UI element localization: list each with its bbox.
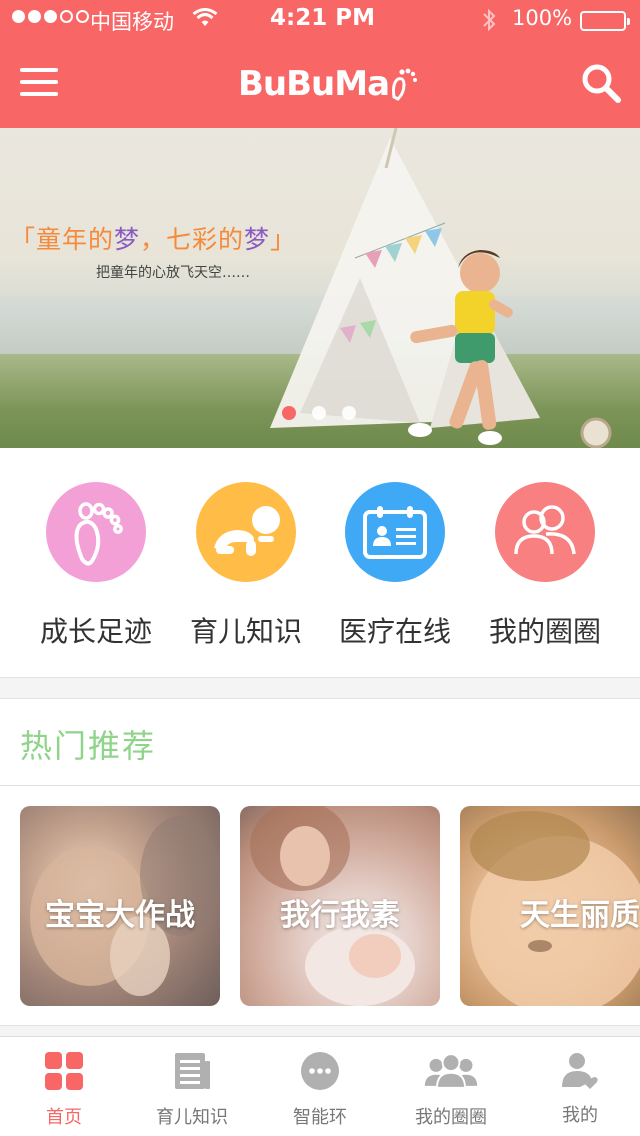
tab-my-circle[interactable]: 我的圈圈 (387, 1037, 515, 1136)
search-icon (582, 64, 621, 103)
chat-bubble-icon (301, 1052, 339, 1090)
section-title: 热门推荐 (20, 727, 157, 765)
recommend-card-natural-beauty[interactable]: 天生丽质 (460, 806, 640, 1006)
user-heart-icon (562, 1053, 598, 1089)
quick-link-medical-online[interactable]: 医疗在线 (320, 482, 470, 650)
quick-link-label: 医疗在线 (338, 615, 451, 648)
bluetooth-icon (480, 7, 498, 39)
newspaper-icon (175, 1053, 210, 1089)
search-button[interactable] (580, 62, 622, 104)
quick-link-growth-footprint[interactable]: 成长足迹 (21, 482, 171, 650)
quick-link-parenting-knowledge[interactable]: 育儿知识 (171, 482, 321, 650)
hot-recommendations-header: 热门推荐 (0, 698, 640, 786)
wifi-icon (192, 8, 218, 34)
footprint-icon (74, 502, 123, 566)
carrier-name: 中国移动 (90, 10, 174, 34)
status-bar: 中国移动 4:21 PM 100% (0, 0, 640, 40)
app-header: 中国移动 4:21 PM 100% BuBuMa (0, 0, 640, 128)
banner-subtitle: 把童年的心放飞天空…… (96, 265, 250, 281)
app-logo: BuBuMa (238, 62, 418, 106)
tab-label: 我的 (562, 1105, 598, 1126)
card-label: 宝宝大作战 (45, 898, 195, 933)
card-label: 我行我素 (280, 898, 400, 933)
group-icon (424, 1053, 478, 1089)
carousel-dot-3[interactable] (342, 406, 356, 420)
quick-link-label: 成长足迹 (39, 615, 152, 648)
tab-label: 育儿知识 (156, 1107, 228, 1128)
carousel-dot-1[interactable] (282, 406, 296, 420)
home-grid-icon (45, 1052, 83, 1090)
clock-time: 4:21 PM (270, 5, 375, 31)
footprint-logo-icon (392, 68, 418, 101)
quick-link-my-circle[interactable]: 我的圈圈 (470, 482, 620, 650)
medical-id-card-icon (363, 506, 427, 559)
tab-smart-band[interactable]: 智能环 (256, 1037, 384, 1136)
signal-strength-icon (12, 10, 89, 23)
tab-label: 首页 (46, 1107, 82, 1128)
tab-me[interactable]: 我的 (516, 1037, 640, 1136)
recommendation-cards: 宝宝大作战 我行我素 天生丽质 (0, 786, 640, 1026)
navigation-bar: BuBuMa (0, 40, 640, 128)
tent-illustration (270, 128, 612, 448)
tab-home[interactable]: 首页 (0, 1037, 128, 1136)
quick-links: 成长足迹 育儿知识 医疗在线 我的圈圈 (0, 448, 640, 678)
banner-slogan: 「童年的梦，七彩的梦」 (10, 225, 297, 254)
recommend-card-be-myself[interactable]: 我行我素 (240, 806, 440, 1006)
users-group-icon (514, 505, 576, 555)
crawling-baby-icon (214, 506, 280, 556)
recommend-card-baby-battle[interactable]: 宝宝大作战 (20, 806, 220, 1006)
banner-carousel[interactable]: 「童年的梦，七彩的梦」 把童年的心放飞天空…… (0, 128, 640, 448)
battery-icon (580, 11, 630, 31)
tab-parenting-knowledge[interactable]: 育儿知识 (128, 1037, 256, 1136)
tab-label: 智能环 (293, 1107, 347, 1128)
battery-percent: 100% (512, 6, 573, 30)
bottom-tab-bar: 首页 育儿知识 智能环 我的圈圈 我的 (0, 1036, 640, 1136)
menu-button[interactable] (20, 68, 58, 96)
hamburger-menu-icon (20, 68, 58, 72)
quick-link-label: 育儿知识 (189, 615, 302, 648)
card-label: 天生丽质 (520, 898, 640, 933)
carousel-dot-2[interactable] (312, 406, 326, 420)
tab-label: 我的圈圈 (415, 1107, 487, 1128)
quick-link-label: 我的圈圈 (488, 615, 601, 648)
logo-text: BuBuMa (238, 64, 390, 104)
